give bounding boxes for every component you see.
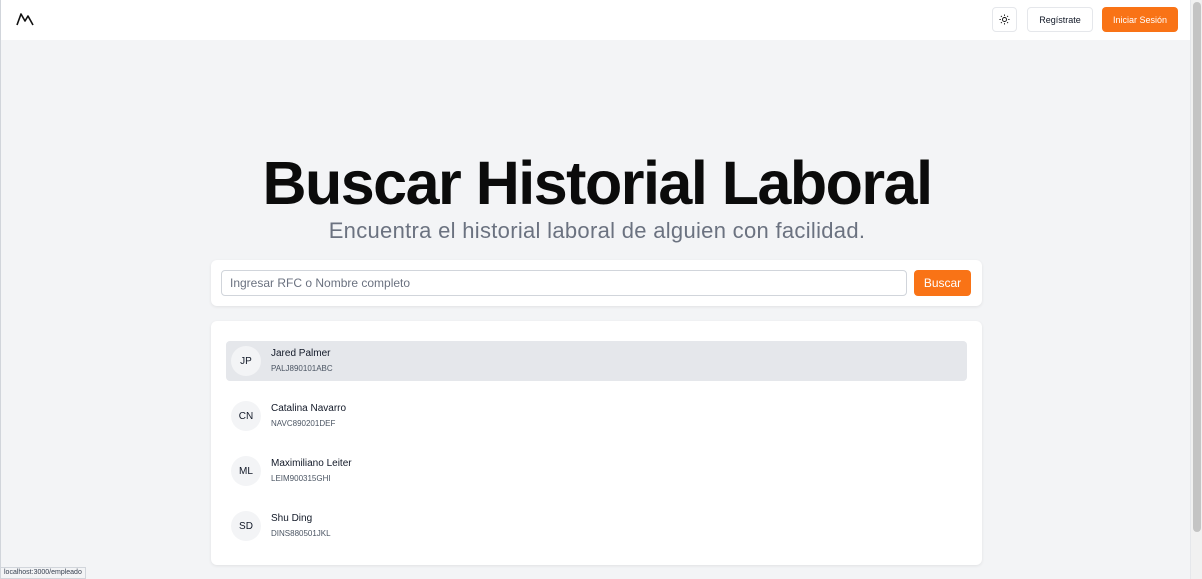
theme-toggle-button[interactable] — [992, 7, 1017, 32]
search-input[interactable] — [221, 270, 907, 296]
results-list: JP Jared Palmer PALJ890101ABC CN Catalin… — [211, 321, 982, 565]
employee-name: Shu Ding — [271, 513, 313, 524]
employee-rfc: LEIM900315GHI — [271, 474, 331, 483]
list-item[interactable]: JP Jared Palmer PALJ890101ABC — [226, 341, 967, 381]
employee-name: Catalina Navarro — [271, 403, 347, 414]
list-item[interactable]: CN Catalina Navarro NAVC890201DEF — [226, 396, 967, 436]
employee-rfc: DINS880501JKL — [271, 529, 331, 538]
login-button[interactable]: Iniciar Sesión — [1102, 7, 1178, 32]
employee-name: Jared Palmer — [271, 348, 331, 359]
employee-rfc: PALJ890101ABC — [271, 364, 333, 373]
top-navbar: Regístrate Iniciar Sesión — [0, 0, 1190, 40]
list-item[interactable]: ML Maximiliano Leiter LEIM900315GHI — [226, 451, 967, 491]
avatar: JP — [231, 346, 261, 376]
list-item[interactable]: SD Shu Ding DINS880501JKL — [226, 506, 967, 546]
avatar: ML — [231, 456, 261, 486]
register-button[interactable]: Regístrate — [1027, 7, 1093, 32]
window-edge — [0, 40, 1, 579]
mountain-logo-icon[interactable] — [16, 11, 34, 27]
avatar: SD — [231, 511, 261, 541]
search-card: Buscar — [211, 260, 982, 306]
page-subtitle: Encuentra el historial laboral de alguie… — [328, 218, 866, 243]
search-button[interactable]: Buscar — [914, 270, 971, 296]
sun-icon — [999, 14, 1010, 25]
vertical-scrollbar[interactable] — [1190, 0, 1202, 579]
status-bar-url: localhost:3000/empleado — [0, 567, 86, 579]
scrollbar-thumb[interactable] — [1193, 2, 1201, 532]
avatar: CN — [231, 401, 261, 431]
employee-rfc: NAVC890201DEF — [271, 419, 336, 428]
employee-name: Maximiliano Leiter — [271, 458, 352, 469]
page-title: Buscar Historial Laboral — [262, 149, 933, 217]
